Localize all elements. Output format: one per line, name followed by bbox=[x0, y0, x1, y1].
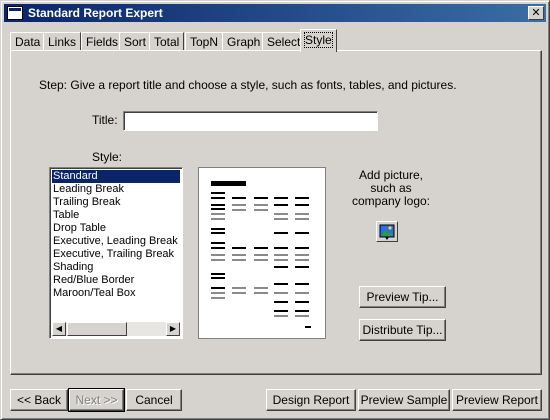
next-button[interactable]: Next >> bbox=[68, 388, 125, 412]
window-title: Standard Report Expert bbox=[28, 6, 163, 20]
add-picture-caption: Add picture, such as company logo: bbox=[351, 168, 431, 208]
style-label: Style: bbox=[92, 150, 123, 164]
report-preview-icon bbox=[211, 181, 311, 328]
preview-tip-button[interactable]: Preview Tip... bbox=[359, 286, 446, 308]
horizontal-scrollbar[interactable]: ◀ ▶ bbox=[52, 322, 180, 336]
tab-select[interactable]: Select bbox=[262, 32, 306, 51]
style-preview-thumbnail bbox=[198, 167, 326, 339]
picture-icon bbox=[379, 224, 395, 240]
cancel-button[interactable]: Cancel bbox=[126, 389, 182, 411]
report-expert-window: Standard Report Expert ✕ Data Links Fiel… bbox=[0, 0, 550, 420]
style-item-standard[interactable]: Standard bbox=[52, 170, 180, 183]
close-icon[interactable]: ✕ bbox=[528, 6, 544, 20]
tab-links[interactable]: Links bbox=[43, 32, 82, 51]
style-item-maroon-teal-box[interactable]: Maroon/Teal Box bbox=[52, 287, 180, 300]
preview-report-button[interactable]: Preview Report bbox=[452, 389, 542, 411]
tab-style[interactable]: Style bbox=[300, 29, 337, 52]
style-tab-panel: Step: Give a report title and choose a s… bbox=[10, 50, 542, 375]
scroll-right-icon[interactable]: ▶ bbox=[166, 322, 180, 336]
style-item-drop-table[interactable]: Drop Table bbox=[52, 222, 180, 235]
tab-topn[interactable]: TopN bbox=[185, 32, 224, 51]
style-item-trailing-break[interactable]: Trailing Break bbox=[52, 196, 180, 209]
report-title-input[interactable] bbox=[123, 111, 378, 131]
tab-total[interactable]: Total bbox=[149, 32, 185, 51]
style-item-executive-trailing-break[interactable]: Executive, Trailing Break bbox=[52, 248, 180, 261]
add-picture-button[interactable] bbox=[376, 221, 398, 242]
scroll-thumb[interactable] bbox=[67, 322, 127, 336]
title-bar[interactable]: Standard Report Expert ✕ bbox=[4, 4, 546, 22]
design-report-button[interactable]: Design Report bbox=[266, 389, 356, 411]
tab-fields[interactable]: Fields bbox=[81, 32, 124, 51]
title-label: Title: bbox=[92, 113, 118, 127]
style-item-red-blue-border[interactable]: Red/Blue Border bbox=[52, 274, 180, 287]
preview-sample-button[interactable]: Preview Sample bbox=[358, 389, 450, 411]
step-instructions: Step: Give a report title and choose a s… bbox=[39, 78, 457, 92]
style-listbox[interactable]: Standard Leading Break Trailing Break Ta… bbox=[49, 167, 183, 339]
style-item-executive-leading-break[interactable]: Executive, Leading Break bbox=[52, 235, 180, 248]
back-button[interactable]: << Back bbox=[10, 389, 68, 411]
app-icon bbox=[7, 6, 23, 20]
distribute-tip-button[interactable]: Distribute Tip... bbox=[359, 319, 446, 341]
scroll-left-icon[interactable]: ◀ bbox=[52, 322, 66, 336]
tab-graph[interactable]: Graph bbox=[222, 32, 266, 51]
tab-sort[interactable]: Sort bbox=[119, 32, 152, 51]
tab-data[interactable]: Data bbox=[10, 32, 46, 51]
style-item-shading[interactable]: Shading bbox=[52, 261, 180, 274]
style-item-table[interactable]: Table bbox=[52, 209, 180, 222]
style-item-leading-break[interactable]: Leading Break bbox=[52, 183, 180, 196]
